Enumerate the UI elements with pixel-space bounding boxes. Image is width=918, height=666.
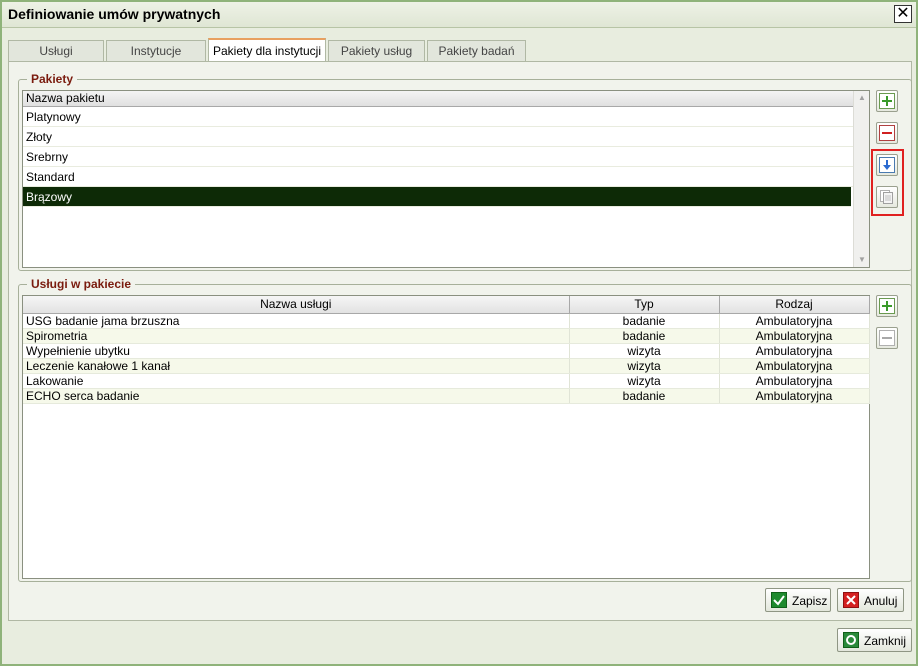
packages-list[interactable]: Nazwa pakietu Platynowy Złoty Srebrny St… [22,90,870,268]
tab-panel: Pakiety Nazwa pakietu Platynowy Złoty Sr… [8,61,912,621]
service-name-cell: USG badanie jama brzuszna [23,313,570,329]
plus-icon [879,298,895,314]
tab-instytucje[interactable]: Instytucje [106,40,206,62]
minus-icon [879,330,895,346]
service-type-cell: wizyta [569,358,720,374]
table-row[interactable]: ECHO serca badanie badanie Ambulatoryjna [23,388,870,404]
service-name-cell: Spirometria [23,328,570,344]
scroll-down-icon[interactable]: ▼ [854,253,870,267]
download-arrow-icon [879,157,895,173]
package-row-srebrny[interactable]: Srebrny [23,147,869,167]
column-header-kind[interactable]: Rodzaj [719,296,870,314]
close-window-button[interactable]: ✕ [894,5,912,23]
scroll-up-icon[interactable]: ▲ [854,91,870,105]
service-type-cell: wizyta [569,373,720,389]
services-table[interactable]: Nazwa usługi Typ Rodzaj USG badanie jama… [22,295,870,579]
table-row[interactable]: Leczenie kanałowe 1 kanał wizyta Ambulat… [23,358,870,374]
add-service-button[interactable] [876,295,898,317]
minus-icon [879,125,895,141]
service-kind-cell: Ambulatoryjna [719,328,870,344]
service-kind-cell: Ambulatoryjna [719,373,870,389]
copy-document-icon [880,190,893,204]
remove-service-button[interactable] [876,327,898,349]
save-label: Zapisz [792,594,828,608]
cancel-label: Anuluj [864,594,898,608]
title-bar: Definiowanie umów prywatnych ✕ [2,2,916,28]
checkmark-icon [771,592,787,608]
close-label: Zamknij [864,634,907,648]
package-row-zloty[interactable]: Złoty [23,127,869,147]
service-type-cell: badanie [569,388,720,404]
packages-scrollbar[interactable]: ▲ ▼ [853,91,869,267]
service-kind-cell: Ambulatoryjna [719,343,870,359]
close-button[interactable]: Zamknij [837,628,912,652]
tab-uslugi[interactable]: Usługi [8,40,104,62]
packages-legend: Pakiety [27,72,78,86]
tab-pakiety-badan[interactable]: Pakiety badań [427,40,526,62]
service-name-cell: ECHO serca badanie [23,388,570,404]
service-kind-cell: Ambulatoryjna [719,388,870,404]
exit-icon [843,632,859,648]
add-package-button[interactable] [876,90,898,112]
service-type-cell: badanie [569,313,720,329]
cancel-button[interactable]: Anuluj [837,588,904,612]
table-row[interactable]: Wypełnienie ubytku wizyta Ambulatoryjna [23,343,870,359]
services-group: Usługi w pakiecie Nazwa usługi Typ Rodza… [18,277,912,582]
tab-pakiety-dla-instytucji[interactable]: Pakiety dla instytucji [208,38,326,63]
plus-icon [879,93,895,109]
table-row[interactable]: Spirometria badanie Ambulatoryjna [23,328,870,344]
services-legend: Usługi w pakiecie [27,277,136,291]
save-button[interactable]: Zapisz [765,588,831,612]
service-kind-cell: Ambulatoryjna [719,313,870,329]
package-row-brazowy[interactable]: Brązowy [23,187,851,207]
package-row-platynowy[interactable]: Platynowy [23,107,869,127]
column-header-name[interactable]: Nazwa usługi [23,296,570,314]
service-kind-cell: Ambulatoryjna [719,358,870,374]
service-name-cell: Leczenie kanałowe 1 kanał [23,358,570,374]
service-name-cell: Lakowanie [23,373,570,389]
service-type-cell: badanie [569,328,720,344]
service-type-cell: wizyta [569,343,720,359]
import-package-button[interactable] [876,154,898,176]
package-row-standard[interactable]: Standard [23,167,869,187]
tab-pakiety-uslug[interactable]: Pakiety usług [328,40,425,62]
copy-package-button[interactable] [876,186,898,208]
remove-package-button[interactable] [876,122,898,144]
packages-column-header[interactable]: Nazwa pakietu [23,91,869,107]
service-name-cell: Wypełnienie ubytku [23,343,570,359]
table-row[interactable]: Lakowanie wizyta Ambulatoryjna [23,373,870,389]
column-header-type[interactable]: Typ [569,296,720,314]
packages-group: Pakiety Nazwa pakietu Platynowy Złoty Sr… [18,72,912,271]
table-row[interactable]: USG badanie jama brzuszna badanie Ambula… [23,313,870,329]
cross-icon [843,592,859,608]
dialog-window: Definiowanie umów prywatnych ✕ Usługi In… [0,0,918,666]
window-title: Definiowanie umów prywatnych [8,6,221,22]
